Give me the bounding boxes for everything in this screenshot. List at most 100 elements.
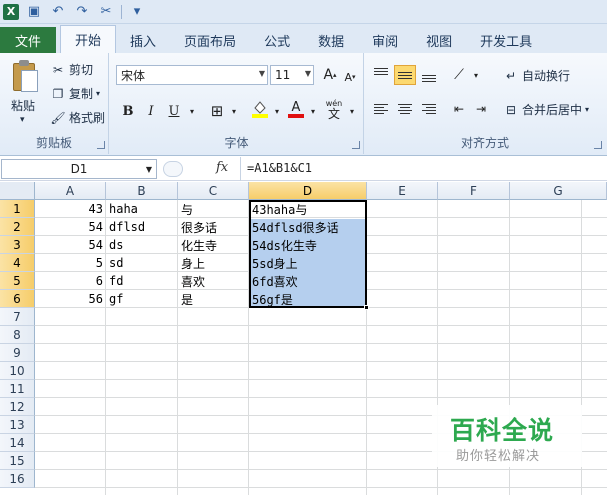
paste-icon[interactable] (10, 59, 40, 93)
tab-formulas[interactable]: 公式 (250, 27, 304, 53)
excel-icon[interactable]: X (3, 3, 19, 20)
formula-input[interactable]: =A1&B1&C1 (247, 161, 312, 175)
column-header-d[interactable]: D (249, 182, 367, 200)
tab-developer[interactable]: 开发工具 (466, 27, 546, 53)
row-header-7[interactable]: 7 (0, 308, 35, 326)
tab-view[interactable]: 视图 (412, 27, 466, 53)
tab-home[interactable]: 开始 (60, 25, 117, 53)
cell-a2[interactable]: 54 (35, 218, 106, 236)
row-header-8[interactable]: 8 (0, 326, 35, 344)
row-header-3[interactable]: 3 (0, 236, 35, 254)
align-bottom-button[interactable] (418, 65, 440, 85)
cell-d1[interactable]: 43haha与 (249, 200, 367, 218)
border-dropdown-icon[interactable]: ▾ (224, 101, 244, 121)
cell-a3[interactable]: 54 (35, 236, 106, 254)
phonetic-button[interactable]: wén 文 (324, 99, 344, 120)
align-middle-button[interactable] (394, 65, 416, 85)
format-painter-button[interactable]: 🖌 格式刷 (50, 109, 105, 126)
shrink-font-button[interactable]: A ▾ (340, 67, 360, 87)
decrease-indent-icon[interactable]: ⇤ (449, 99, 469, 119)
row-header-6[interactable]: 6 (0, 290, 35, 308)
cell-c2[interactable]: 很多话 (178, 218, 249, 236)
tab-page-layout[interactable]: 页面布局 (170, 27, 250, 53)
qat-menu-icon[interactable]: ▾ (128, 3, 146, 21)
row-header-14[interactable]: 14 (0, 434, 35, 452)
save-icon[interactable]: ▣ (25, 3, 43, 21)
cell-a5[interactable]: 6 (35, 272, 106, 290)
cell-d4[interactable]: 5sd身上 (249, 254, 367, 272)
cell-d5[interactable]: 6fd喜欢 (249, 272, 367, 290)
tab-insert[interactable]: 插入 (116, 27, 170, 53)
paste-dropdown-icon[interactable]: ▾ (20, 115, 25, 125)
row-header-4[interactable]: 4 (0, 254, 35, 272)
column-header-a[interactable]: A (35, 182, 106, 200)
insert-function-icon[interactable]: fx (216, 160, 228, 175)
cell-a6[interactable]: 56 (35, 290, 106, 308)
row-header-9[interactable]: 9 (0, 344, 35, 362)
row-header-11[interactable]: 11 (0, 380, 35, 398)
row-header-15[interactable]: 15 (0, 452, 35, 470)
column-header-c[interactable]: C (178, 182, 249, 200)
row-header-10[interactable]: 10 (0, 362, 35, 380)
cell-b4[interactable]: sd (106, 254, 178, 272)
cell-c5[interactable]: 喜欢 (178, 272, 249, 290)
column-header-g[interactable]: G (510, 182, 607, 200)
paste-button[interactable]: 粘贴 (11, 97, 35, 114)
phonetic-dropdown-icon[interactable]: ▾ (342, 101, 362, 121)
undo-icon[interactable]: ↶ (49, 3, 67, 21)
cell-b2[interactable]: dflsd (106, 218, 178, 236)
underline-dropdown-icon[interactable]: ▾ (182, 101, 202, 121)
cell-b6[interactable]: gf (106, 290, 178, 308)
column-header-b[interactable]: B (106, 182, 178, 200)
cell-b5[interactable]: fd (106, 272, 178, 290)
align-top-button[interactable] (370, 65, 392, 85)
redo-icon[interactable]: ↷ (73, 3, 91, 21)
font-name-select[interactable]: 宋体 ▼ (116, 65, 268, 85)
align-center-button[interactable] (394, 99, 416, 119)
cell-c4[interactable]: 身上 (178, 254, 249, 272)
cell-a1[interactable]: 43 (35, 200, 106, 218)
cell-b3[interactable]: ds (106, 236, 178, 254)
expand-handle-icon[interactable] (163, 161, 183, 177)
cell-d2[interactable]: 54dflsd很多话 (249, 218, 367, 236)
cut-button[interactable]: ✂ 剪切 (50, 61, 93, 78)
alignment-launcher-icon[interactable] (594, 141, 602, 149)
align-left-button[interactable] (370, 99, 392, 119)
italic-button[interactable]: I (141, 101, 161, 121)
tab-data[interactable]: 数据 (304, 27, 358, 53)
tab-file[interactable]: 文件 (0, 27, 57, 53)
cell-c6[interactable]: 是 (178, 290, 249, 308)
bold-button[interactable]: B (118, 101, 138, 121)
select-all-corner[interactable] (0, 182, 35, 200)
row-header-13[interactable]: 13 (0, 416, 35, 434)
copy-button[interactable]: ❐ 复制 ▾ (50, 85, 100, 102)
merge-center-button[interactable]: ⊟ 合并后居中 ▾ (503, 101, 589, 118)
row-header-5[interactable]: 5 (0, 272, 35, 290)
row-header-1[interactable]: 1 (0, 200, 35, 218)
column-header-f[interactable]: F (438, 182, 510, 200)
font-size-select[interactable]: 11 ▼ (270, 65, 314, 85)
clipboard-launcher-icon[interactable] (97, 141, 105, 149)
row-header-2[interactable]: 2 (0, 218, 35, 236)
underline-button[interactable]: U (164, 101, 184, 121)
row-header-16[interactable]: 16 (0, 470, 35, 488)
name-box[interactable]: D1 ▼ (1, 159, 157, 179)
cell-a4[interactable]: 5 (35, 254, 106, 272)
cell-c3[interactable]: 化生寺 (178, 236, 249, 254)
increase-indent-icon[interactable]: ⇥ (471, 99, 491, 119)
align-right-button[interactable] (418, 99, 440, 119)
fill-handle[interactable] (364, 305, 369, 310)
cell-b1[interactable]: haha (106, 200, 178, 218)
column-header-e[interactable]: E (367, 182, 438, 200)
font-launcher-icon[interactable] (352, 141, 360, 149)
cell-d3[interactable]: 54ds化生寺 (249, 236, 367, 254)
grow-font-button[interactable]: A ▴ (320, 65, 340, 85)
font-color-dropdown-icon[interactable]: ▾ (303, 101, 323, 121)
customize-icon[interactable]: ✂ (97, 3, 115, 21)
wrap-text-button[interactable]: ↵ 自动换行 (503, 67, 570, 84)
row-header-12[interactable]: 12 (0, 398, 35, 416)
cell-d6[interactable]: 56gf是 (249, 290, 367, 308)
cell-c1[interactable]: 与 (178, 200, 249, 218)
fill-color-dropdown-icon[interactable]: ▾ (267, 101, 287, 121)
orientation-dropdown-icon[interactable]: ▾ (466, 65, 486, 85)
